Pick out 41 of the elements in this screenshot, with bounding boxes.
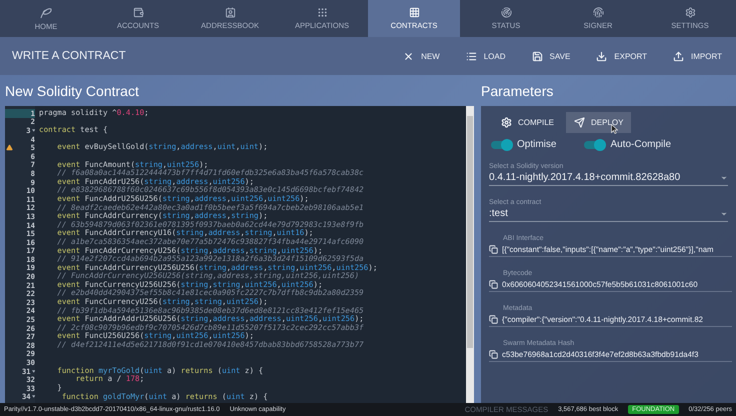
parameters-title: Parameters xyxy=(481,82,554,100)
toggle-switch[interactable] xyxy=(584,140,604,148)
toggle-label: Auto-Compile xyxy=(610,139,672,150)
copy-icon[interactable] xyxy=(489,244,498,254)
close-icon xyxy=(403,50,414,62)
select-field[interactable]: :test xyxy=(489,206,728,222)
radar-icon xyxy=(500,7,512,18)
fold-caret-icon[interactable] xyxy=(32,395,35,398)
settings-icon xyxy=(684,7,696,18)
send-icon xyxy=(574,117,586,128)
editor-title: New Solidity Contract xyxy=(5,82,140,101)
copy-icon[interactable] xyxy=(489,314,498,324)
fingerprint-icon xyxy=(592,7,604,18)
contact-card-icon xyxy=(224,7,236,18)
grid-icon xyxy=(408,7,420,18)
scrollbar[interactable] xyxy=(466,106,474,403)
toolbar-button[interactable]: EXPORT xyxy=(594,46,650,66)
list-icon xyxy=(466,50,477,62)
save-icon xyxy=(532,50,543,62)
swirl-logo-icon xyxy=(39,6,53,18)
toolbar-button[interactable]: LOAD xyxy=(464,46,508,66)
copy-icon[interactable] xyxy=(489,280,498,288)
mouse-cursor-icon xyxy=(611,124,618,134)
copy-icon[interactable] xyxy=(489,350,498,358)
toggle-switch[interactable] xyxy=(491,140,511,148)
compile-button[interactable]: COMPILE xyxy=(493,112,562,133)
toggle-label: Optimise xyxy=(517,139,556,150)
fold-caret-icon[interactable] xyxy=(32,370,35,373)
download-icon xyxy=(596,50,608,62)
deploy-button[interactable]: DEPLOY xyxy=(566,112,632,133)
upload-icon xyxy=(673,50,684,62)
fold-caret-icon[interactable] xyxy=(32,128,35,132)
code-editor[interactable] xyxy=(5,106,474,403)
settings-icon xyxy=(501,117,512,128)
page-title: WRITE A CONTRACT xyxy=(12,50,127,62)
select-field[interactable]: 0.4.11-nightly.2017.4.18+commit.82628a80 xyxy=(489,170,728,186)
wallet-icon xyxy=(132,7,144,18)
toolbar-button[interactable]: NEW xyxy=(401,46,442,66)
dots-grid-icon xyxy=(316,7,328,18)
toolbar-button[interactable]: SAVE xyxy=(530,46,572,66)
toolbar-button[interactable]: IMPORT xyxy=(671,46,724,66)
